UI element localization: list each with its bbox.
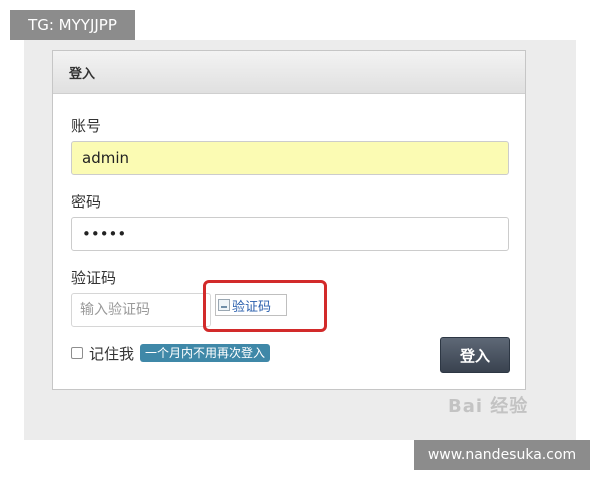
captcha-label: 验证码	[71, 269, 117, 287]
account-input[interactable]: admin	[71, 141, 509, 175]
top-overlay-label: TG: MYYJJPP	[10, 10, 135, 40]
account-label: 账号	[71, 117, 102, 135]
watermark: Bai 经验	[448, 396, 529, 417]
captcha-input[interactable]: 输入验证码	[71, 293, 211, 327]
captcha-image[interactable]: 验证码	[215, 294, 287, 316]
password-input[interactable]: •••••	[71, 217, 509, 251]
remember-me-checkbox[interactable]	[71, 347, 83, 359]
remember-me-label[interactable]: 记住我	[89, 343, 134, 364]
login-card-header: 登入	[53, 51, 525, 94]
login-card: 登入 账号 admin 密码 ••••• 验证码 输入验证码 验证码 记住我 一…	[52, 50, 526, 390]
password-label: 密码	[71, 193, 102, 211]
login-button[interactable]: 登入	[440, 337, 510, 373]
remember-duration-badge: 一个月内不用再次登入	[140, 344, 271, 362]
captcha-image-alt-text: 验证码	[232, 299, 272, 315]
login-title: 登入	[69, 67, 96, 82]
bottom-overlay-label: www.nandesuka.com	[414, 440, 590, 470]
broken-image-icon	[218, 299, 230, 311]
remember-me-row: 记住我 一个月内不用再次登入	[71, 343, 271, 364]
